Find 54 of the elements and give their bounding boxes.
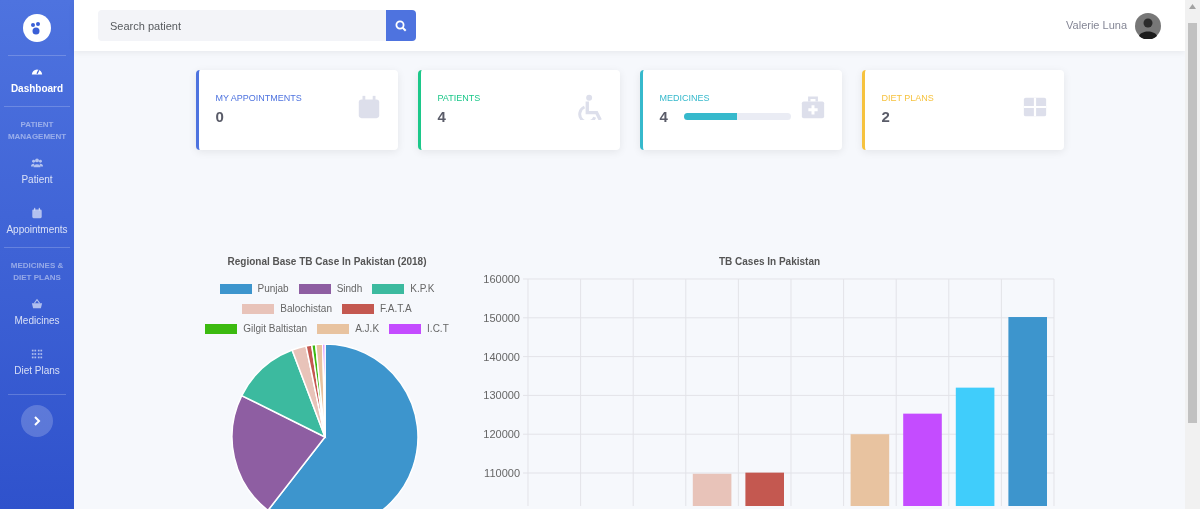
pie-drawing[interactable] [231,344,419,509]
grid-icon [31,348,43,360]
sidebar-heading: PATIENT MANAGEMENT [6,119,68,143]
legend-item[interactable]: K.P.K [372,281,435,296]
legend-item[interactable]: I.C.T [389,321,449,336]
sidebar-item[interactable]: Dashboard [0,56,74,106]
sidebar-item[interactable]: Appointments [0,197,74,247]
sidebar-item[interactable]: Patient [0,147,74,197]
chart-title: Regional Base TB Case In Pakistan (2018) [226,255,428,269]
sidebar-item[interactable]: Medicines [0,288,74,338]
medical-kit-icon [799,94,826,120]
axis-label: 150000 [483,311,520,324]
stat-value: 0 [215,106,224,127]
bar[interactable] [745,472,784,506]
users-icon [31,157,43,169]
logo-icon [23,13,51,42]
scroll-up-arrow-icon[interactable] [1189,4,1196,9]
scrollbar[interactable] [1185,0,1200,509]
legend-item[interactable]: Punjab [219,281,289,296]
stat-value: 4 [659,106,668,127]
axis-label: 110000 [484,467,520,479]
sidebar-item[interactable]: Diet Plans [0,338,74,388]
axis-label: 160000 [483,273,520,285]
legend-item[interactable]: Gilgit Baltistan [205,321,308,336]
legend-item[interactable]: Sindh [298,281,363,296]
bar[interactable] [903,413,942,506]
stat-title: MY APPOINTMENTS [215,92,303,105]
bar[interactable] [850,434,890,506]
search-button[interactable] [386,10,416,41]
sidebar-heading: MEDICINES & DIET PLANS [9,260,65,284]
axis-label: 140000 [483,350,520,363]
chevron-icon [32,416,42,426]
bar[interactable] [1008,317,1047,506]
search-field[interactable]: Search patient [98,10,387,41]
bar[interactable] [955,387,995,506]
stat-value: 4 [437,106,446,127]
search-icon [395,19,407,32]
legend-item[interactable]: Balochistan [242,301,332,316]
stat-title: MEDICINES [659,92,711,105]
avatar[interactable] [1135,12,1161,39]
legend-item[interactable]: A.J.K [317,321,380,336]
bar[interactable] [692,473,732,506]
stat-value: 2 [881,106,890,127]
stat-title: PATIENTS [437,92,482,105]
axis-label: 120000 [483,428,520,441]
legend-item[interactable]: F.A.T.A [342,301,412,316]
user-name[interactable]: Valerie Luna [1066,17,1127,34]
axis-label: 130000 [483,389,520,402]
sidebar-toggle-button[interactable] [21,405,53,437]
stat-title: DIET PLANS [881,92,935,105]
wheelchair-icon [577,94,604,120]
chart-title: TB Cases In Pakistan [717,255,822,269]
calendar-icon [31,207,43,219]
basket-icon [31,298,43,310]
